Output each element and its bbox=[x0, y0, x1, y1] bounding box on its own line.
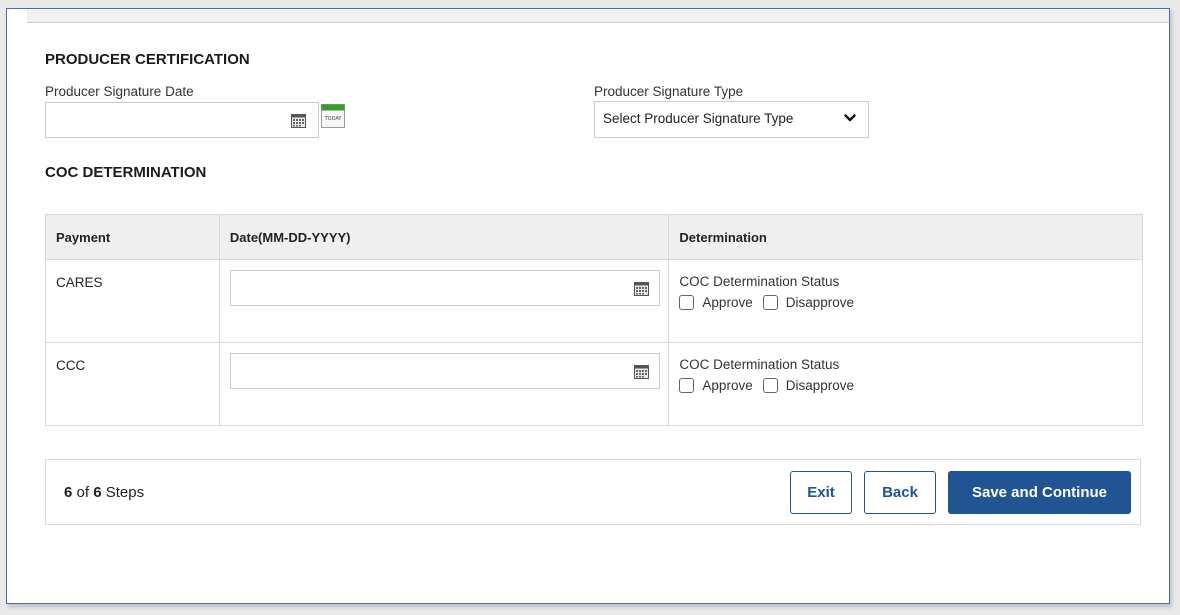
coc-determination-title: COC DETERMINATION bbox=[45, 164, 207, 181]
step-of-text: of bbox=[76, 484, 90, 501]
exit-button[interactable]: Exit bbox=[790, 471, 852, 514]
save-and-continue-button[interactable]: Save and Continue bbox=[948, 471, 1131, 514]
signature-type-label: Producer Signature Type bbox=[594, 84, 744, 99]
table-row: CARES COC Determination Status Approve D… bbox=[45, 259, 1143, 343]
table-header-row: Payment Date(MM-DD-YYYY) Determination bbox=[45, 214, 1143, 260]
column-header-determination: Determination bbox=[668, 214, 1143, 260]
approve-label: Approve bbox=[702, 378, 753, 393]
wizard-footer: 6 of 6 Steps Exit Back Save and Continue bbox=[45, 459, 1141, 525]
determination-status-label: COC Determination Status bbox=[679, 357, 840, 372]
producer-certification-title: PRODUCER CERTIFICATION bbox=[45, 51, 250, 68]
column-header-date: Date(MM-DD-YYYY) bbox=[218, 214, 670, 260]
chevron-down-icon bbox=[844, 114, 856, 122]
determination-options: Approve Disapprove bbox=[679, 295, 864, 310]
signature-type-select[interactable]: Select Producer Signature Type bbox=[594, 101, 869, 138]
disapprove-label: Disapprove bbox=[785, 378, 855, 393]
signature-type-selected: Select Producer Signature Type bbox=[603, 111, 794, 126]
ccc-date-input[interactable] bbox=[229, 353, 660, 389]
date-cell bbox=[218, 259, 670, 343]
determination-cell: COC Determination Status Approve Disappr… bbox=[668, 259, 1143, 343]
date-cell bbox=[218, 342, 670, 426]
disapprove-checkbox[interactable] bbox=[762, 295, 778, 310]
current-step: 6 bbox=[64, 484, 73, 501]
signature-date-label: Producer Signature Date bbox=[45, 84, 194, 99]
payment-name: CCC bbox=[56, 358, 86, 373]
coc-determination-table: Payment Date(MM-DD-YYYY) Determination C… bbox=[45, 214, 1143, 426]
determination-status-label: COC Determination Status bbox=[679, 274, 840, 289]
approve-label: Approve bbox=[702, 295, 753, 310]
calendar-icon[interactable] bbox=[633, 281, 649, 296]
table-row: CCC COC Determination Status Approve Dis… bbox=[45, 342, 1143, 426]
payment-cell: CARES bbox=[45, 259, 220, 343]
approve-checkbox[interactable] bbox=[679, 378, 695, 393]
today-icon-text: TODAY bbox=[324, 116, 343, 122]
payment-name: CARES bbox=[56, 275, 103, 290]
total-steps: 6 bbox=[93, 484, 102, 501]
signature-date-input[interactable] bbox=[45, 102, 319, 138]
payment-cell: CCC bbox=[45, 342, 220, 426]
form-window: PRODUCER CERTIFICATION Producer Signatur… bbox=[6, 8, 1170, 604]
back-button[interactable]: Back bbox=[864, 471, 936, 514]
determination-options: Approve Disapprove bbox=[679, 378, 864, 393]
determination-cell: COC Determination Status Approve Disappr… bbox=[668, 342, 1143, 426]
cares-date-input[interactable] bbox=[229, 270, 660, 306]
approve-checkbox[interactable] bbox=[679, 295, 695, 310]
steps-text: Steps bbox=[105, 484, 145, 501]
calendar-icon[interactable] bbox=[633, 364, 649, 379]
disapprove-checkbox[interactable] bbox=[762, 378, 778, 393]
calendar-icon[interactable] bbox=[291, 113, 306, 128]
disapprove-label: Disapprove bbox=[785, 295, 855, 310]
top-divider bbox=[27, 9, 1169, 23]
today-calendar-icon[interactable]: TODAY bbox=[321, 104, 345, 128]
step-indicator: 6 of 6 Steps bbox=[64, 484, 144, 501]
column-header-payment: Payment bbox=[45, 214, 220, 260]
